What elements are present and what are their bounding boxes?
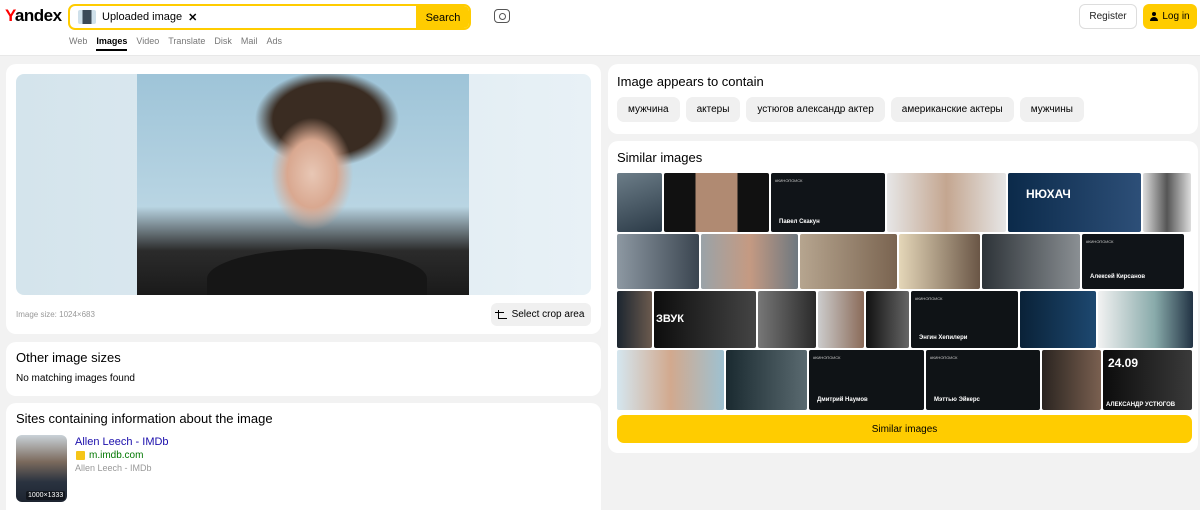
kinopoisk-tag: #КИНОПОИСК [930,355,958,360]
nav-images[interactable]: Images [96,36,128,51]
user-icon [1150,12,1159,21]
yandex-logo[interactable]: Yandex [5,6,62,26]
similar-images-button[interactable]: Similar images [617,415,1192,443]
similar-image-thumb[interactable] [664,173,769,232]
tag-item[interactable]: мужчины [1019,97,1084,122]
imdb-favicon-icon [76,451,85,460]
similar-images-title: Similar images [617,150,703,165]
camera-search-icon[interactable] [494,9,510,23]
other-sizes-title: Other image sizes [16,350,121,365]
similar-image-thumb[interactable] [1143,173,1191,232]
nav-ads[interactable]: Ads [266,36,282,51]
nav-web[interactable]: Web [69,36,87,51]
caption-matthew: Мэттью Эйкерс [934,397,980,403]
similar-image-thumb[interactable] [726,350,807,410]
select-crop-area-button[interactable]: Select crop area [491,303,591,326]
similar-image-thumb[interactable]: НЮХАЧ [1008,173,1141,232]
uploaded-image-chip[interactable]: Uploaded image ✕ [78,9,197,25]
service-nav: Web Images Video Translate Disk Mail Ads [69,36,291,51]
similar-row-3: ЗВУК #КИНОПОИСК Энгин Хепилери [617,291,1193,348]
search-button[interactable]: Search [416,6,469,28]
caption-aleksei: Алексей Кирсанов [1090,274,1146,280]
nav-translate[interactable]: Translate [168,36,205,51]
chip-label: Uploaded image [102,11,183,23]
site-description: Allen Leech - IMDb [75,463,152,473]
search-box[interactable]: Uploaded image ✕ Search [68,4,471,30]
similar-image-thumb[interactable]: 24.09 АЛЕКСАНДР УСТЮГОВ [1103,350,1192,410]
uploaded-image-preview[interactable] [16,74,591,295]
similar-image-thumb[interactable] [1098,291,1193,348]
logo-rest: andex [14,6,62,25]
similar-image-thumb[interactable]: #КИНОПОИСК Энгин Хепилери [911,291,1018,348]
similar-image-thumb[interactable] [617,291,652,348]
caption-nyukhach: НЮХАЧ [1026,187,1071,201]
similar-image-thumb[interactable] [758,291,816,348]
similar-image-thumb[interactable]: ЗВУК [654,291,756,348]
similar-image-thumb[interactable] [617,234,699,289]
similar-row-2: #КИНОПОИСК Алексей Кирсанов [617,234,1184,289]
kinopoisk-tag: #КИНОПОИСК [775,178,803,183]
similar-image-thumb[interactable]: #КИНОПОИСК Дмитрий Наумов [809,350,924,410]
tag-item[interactable]: актеры [685,97,741,122]
similar-image-thumb[interactable]: #КИНОПОИСК Мэттью Эйкерс [926,350,1040,410]
nav-video[interactable]: Video [136,36,159,51]
similar-image-thumb[interactable]: #КИНОПОИСК Павел Скакун [771,173,885,232]
caption-date: 24.09 [1108,356,1139,370]
caption-dmitry: Дмитрий Наумов [817,397,868,403]
similar-image-thumb[interactable] [617,173,662,232]
login-label: Log in [1162,11,1190,22]
similar-image-thumb[interactable] [818,291,864,348]
register-button[interactable]: Register [1079,4,1137,29]
thumbnail-dimensions: 1000×1333 [26,491,66,500]
contains-tags: мужчина актеры устюгов александр актер а… [617,97,1084,122]
similar-row-4: #КИНОПОИСК Дмитрий Наумов #КИНОПОИСК Мэт… [617,350,1192,410]
login-button[interactable]: Log in [1143,4,1197,29]
nav-disk[interactable]: Disk [214,36,232,51]
image-size-text: Image size: 1024×683 [16,310,95,319]
similar-image-thumb[interactable] [866,291,909,348]
similar-image-thumb[interactable] [617,350,724,410]
tag-item[interactable]: мужчина [617,97,680,122]
similar-image-thumb[interactable]: #КИНОПОИСК Алексей Кирсанов [1082,234,1184,289]
header: Yandex Uploaded image ✕ Search Web Image… [0,0,1200,56]
contains-title: Image appears to contain [617,74,764,89]
portrait-photo [137,74,469,295]
close-icon[interactable]: ✕ [188,11,197,24]
similar-row-1: #КИНОПОИСК Павел Скакун НЮХАЧ [617,173,1191,232]
caption-pavel: Павел Скакун [779,219,820,225]
similar-image-thumb[interactable] [899,234,980,289]
similar-image-thumb[interactable] [982,234,1080,289]
similar-image-thumb[interactable] [701,234,798,289]
similar-image-thumb[interactable] [800,234,897,289]
sites-title: Sites containing information about the i… [16,411,273,426]
crop-icon [494,310,507,319]
nav-mail[interactable]: Mail [241,36,258,51]
uploaded-image-thumbnail [78,10,96,24]
similar-image-thumb[interactable] [1020,291,1096,348]
kinopoisk-tag: #КИНОПОИСК [1086,239,1114,244]
tag-item[interactable]: американские актеры [890,97,1014,122]
kinopoisk-tag: #КИНОПОИСК [813,355,841,360]
site-url[interactable]: m.imdb.com [89,450,143,461]
similar-image-thumb[interactable] [887,173,1006,232]
site-link-title[interactable]: Allen Leech - IMDb [75,436,169,448]
other-sizes-text: No matching images found [16,373,135,384]
kinopoisk-tag: #КИНОПОИСК [915,296,943,301]
caption-engin: Энгин Хепилери [919,335,968,341]
tag-item[interactable]: устюгов александр актер [746,97,885,122]
caption-zvuk: ЗВУК [656,313,684,325]
site-thumbnail[interactable]: 1000×1333 [16,435,67,502]
similar-image-thumb[interactable] [1042,350,1101,410]
crop-label: Select crop area [511,309,585,320]
caption-ustyugov: АЛЕКСАНДР УСТЮГОВ [1106,402,1176,408]
